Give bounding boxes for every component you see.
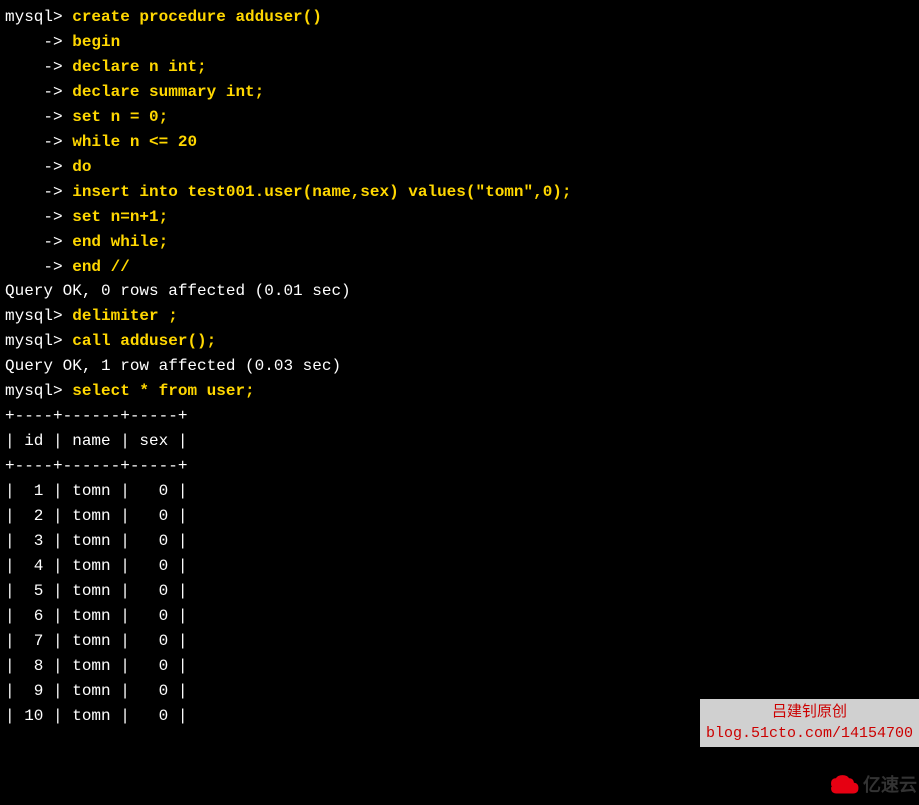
cloud-logo-icon — [829, 774, 859, 796]
terminal-line: mysql> create procedure adduser() — [5, 5, 914, 30]
sql-command: insert into test001.user(name,sex) value… — [72, 183, 571, 201]
brand-watermark: 亿速云 — [827, 767, 919, 803]
table-border: +----+------+-----+ — [5, 454, 914, 479]
continuation-prompt: -> — [5, 183, 72, 201]
continuation-prompt: -> — [5, 158, 72, 176]
terminal-output: mysql> create procedure adduser() -> beg… — [5, 5, 914, 729]
sql-command: set n = 0; — [72, 108, 168, 126]
terminal-line: -> while n <= 20 — [5, 130, 914, 155]
continuation-prompt: -> — [5, 133, 72, 151]
mysql-prompt: mysql> — [5, 382, 72, 400]
terminal-line: mysql> call adduser(); — [5, 329, 914, 354]
terminal-line: -> insert into test001.user(name,sex) va… — [5, 180, 914, 205]
sql-command: select * from user; — [72, 382, 254, 400]
sql-command: declare summary int; — [72, 83, 264, 101]
sql-command: set n=n+1; — [72, 208, 168, 226]
watermark-url: blog.51cto.com/14154700 — [706, 723, 913, 744]
terminal-line: mysql> delimiter ; — [5, 304, 914, 329]
sql-command: begin — [72, 33, 120, 51]
terminal-line: -> end // — [5, 255, 914, 280]
query-result: Query OK, 0 rows affected (0.01 sec) — [5, 279, 914, 304]
table-row: | 5 | tomn | 0 | — [5, 579, 914, 604]
terminal-line: -> do — [5, 155, 914, 180]
mysql-prompt: mysql> — [5, 332, 72, 350]
sql-command: create procedure adduser() — [72, 8, 322, 26]
query-result: Query OK, 1 row affected (0.03 sec) — [5, 354, 914, 379]
table-header: | id | name | sex | — [5, 429, 914, 454]
author-watermark: 吕建钊原创 blog.51cto.com/14154700 — [700, 699, 919, 747]
continuation-prompt: -> — [5, 58, 72, 76]
continuation-prompt: -> — [5, 108, 72, 126]
terminal-line: -> declare summary int; — [5, 80, 914, 105]
sql-command: delimiter ; — [72, 307, 178, 325]
continuation-prompt: -> — [5, 83, 72, 101]
watermark-author: 吕建钊原创 — [706, 702, 913, 723]
table-row: | 6 | tomn | 0 | — [5, 604, 914, 629]
terminal-line: -> set n=n+1; — [5, 205, 914, 230]
mysql-prompt: mysql> — [5, 307, 72, 325]
continuation-prompt: -> — [5, 33, 72, 51]
table-row: | 3 | tomn | 0 | — [5, 529, 914, 554]
terminal-line: -> begin — [5, 30, 914, 55]
table-row: | 7 | tomn | 0 | — [5, 629, 914, 654]
terminal-line: mysql> select * from user; — [5, 379, 914, 404]
continuation-prompt: -> — [5, 258, 72, 276]
continuation-prompt: -> — [5, 208, 72, 226]
watermark-brand-text: 亿速云 — [863, 771, 917, 799]
table-row: | 1 | tomn | 0 | — [5, 479, 914, 504]
table-border: +----+------+-----+ — [5, 404, 914, 429]
table-row: | 4 | tomn | 0 | — [5, 554, 914, 579]
sql-command: end while; — [72, 233, 168, 251]
sql-command: end // — [72, 258, 130, 276]
sql-command: do — [72, 158, 91, 176]
continuation-prompt: -> — [5, 233, 72, 251]
table-row: | 8 | tomn | 0 | — [5, 654, 914, 679]
sql-command: while n <= 20 — [72, 133, 197, 151]
mysql-prompt: mysql> — [5, 8, 72, 26]
terminal-line: -> declare n int; — [5, 55, 914, 80]
sql-command: call adduser(); — [72, 332, 216, 350]
table-row: | 2 | tomn | 0 | — [5, 504, 914, 529]
sql-command: declare n int; — [72, 58, 206, 76]
terminal-line: -> set n = 0; — [5, 105, 914, 130]
terminal-line: -> end while; — [5, 230, 914, 255]
